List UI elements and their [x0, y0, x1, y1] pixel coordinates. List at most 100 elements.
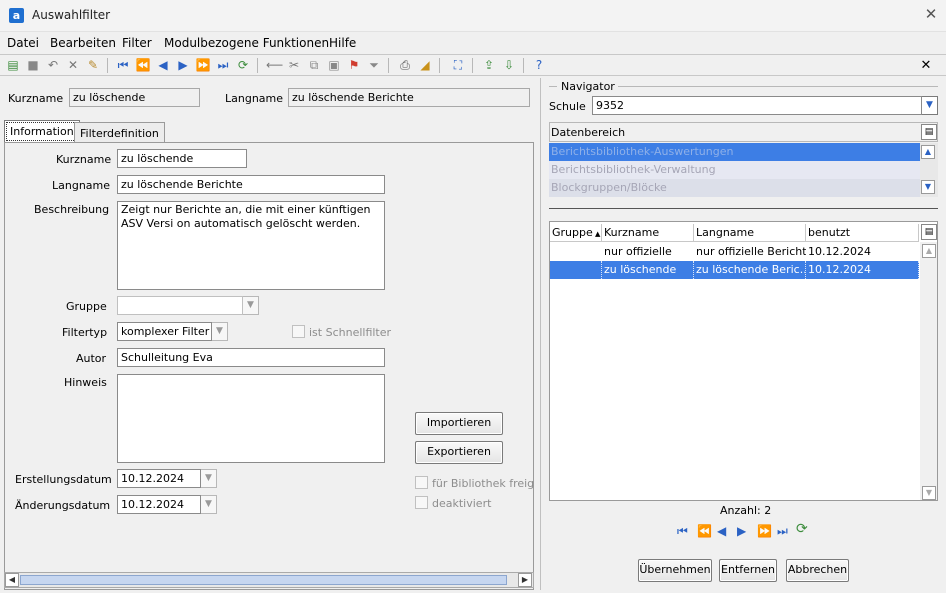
- kurzname-header-field[interactable]: zu löschende: [69, 88, 200, 107]
- first-icon[interactable]: ⏮: [115, 58, 131, 73]
- column-header-benutzt[interactable]: benutzt: [806, 224, 919, 242]
- column-header-gruppe[interactable]: Gruppe ▲: [550, 224, 602, 242]
- select-icon[interactable]: ⛶: [450, 58, 466, 73]
- uebernehmen-button[interactable]: Übernehmen: [638, 559, 712, 582]
- last-icon[interactable]: ⏭: [215, 58, 231, 73]
- nav-previous-page-icon[interactable]: ⏪: [697, 525, 712, 537]
- toolbar-separator: [388, 58, 389, 73]
- navigator-group-line: [618, 86, 938, 87]
- previous-page-icon[interactable]: ⏪: [135, 58, 151, 73]
- grid-cell-langname[interactable]: zu löschende Beric...: [694, 261, 806, 279]
- column-header-kurzname[interactable]: Kurzname: [602, 224, 694, 242]
- menu-datei[interactable]: Datei: [7, 36, 39, 50]
- close-panel-icon[interactable]: ✕: [918, 58, 934, 73]
- upload-icon[interactable]: ⇪: [481, 58, 497, 73]
- grid-cell-gruppe[interactable]: [550, 261, 602, 279]
- importieren-button[interactable]: Importieren: [415, 412, 503, 435]
- nav-refresh-icon[interactable]: ⟳: [796, 522, 808, 536]
- flag-icon[interactable]: ⚑: [346, 58, 362, 73]
- nav-previous-icon[interactable]: ◀: [717, 525, 726, 537]
- menu-filter[interactable]: Filter: [122, 36, 152, 50]
- print-icon[interactable]: ⎙: [397, 58, 413, 73]
- scrollbar-thumb[interactable]: [20, 575, 507, 585]
- aenderungsdatum-dropdown-icon[interactable]: ▼: [201, 495, 217, 514]
- next-page-icon[interactable]: ⏩: [195, 58, 211, 73]
- sort-asc-icon: ▲: [592, 230, 601, 238]
- gruppe-select[interactable]: [117, 296, 243, 315]
- nav-first-icon[interactable]: ⏮: [677, 525, 688, 537]
- nav-next-icon[interactable]: ▶: [737, 525, 746, 537]
- grid-scroll-down-icon[interactable]: ▼: [922, 486, 936, 500]
- kurzname-field[interactable]: zu löschende: [117, 149, 247, 168]
- abbrechen-button[interactable]: Abbrechen: [786, 559, 849, 582]
- schule-select[interactable]: 9352: [592, 96, 922, 115]
- exportieren-button[interactable]: Exportieren: [415, 441, 503, 464]
- datenbereich-item[interactable]: Blockgruppen/Blöcke: [549, 179, 920, 197]
- menu-hilfe[interactable]: Hilfe: [329, 36, 356, 50]
- langname-header-field[interactable]: zu löschende Berichte: [288, 88, 530, 107]
- filtertyp-dropdown-icon[interactable]: ▼: [212, 322, 228, 341]
- datenbereich-item[interactable]: Berichtsbibliothek-Verwaltung: [549, 161, 920, 179]
- grid-scroll-up-icon[interactable]: ▲: [922, 244, 936, 258]
- datenbereich-scroll-up-icon[interactable]: ▲: [921, 145, 935, 159]
- gruppe-dropdown-icon[interactable]: ▼: [243, 296, 259, 315]
- datenbereich-item[interactable]: Berichtsbibliothek-Auswertungen: [549, 143, 920, 161]
- save-icon[interactable]: ■: [25, 58, 41, 73]
- erstellungsdatum-dropdown-icon[interactable]: ▼: [201, 469, 217, 488]
- help-icon[interactable]: ?: [531, 58, 547, 73]
- cut-icon[interactable]: ✂: [286, 58, 302, 73]
- menu-bearbeiten[interactable]: Bearbeiten: [50, 36, 116, 50]
- autor-field[interactable]: Schulleitung Eva: [117, 348, 385, 367]
- deaktiviert-checkbox[interactable]: [415, 496, 428, 509]
- delete-icon[interactable]: ✕: [65, 58, 81, 73]
- grid-scrollbar[interactable]: [920, 242, 937, 500]
- datenbereich-menu-icon[interactable]: ▤: [921, 124, 937, 140]
- grid-cell-langname[interactable]: nur offizielle Berichte: [694, 243, 806, 261]
- beschreibung-field[interactable]: Zeigt nur Berichte an, die mit einer kün…: [117, 201, 385, 290]
- scroll-left-icon[interactable]: ◀: [5, 573, 19, 587]
- grid-cell-benutzt[interactable]: 10.12.2024: [806, 261, 919, 279]
- langname-field[interactable]: zu löschende Berichte: [117, 175, 385, 194]
- entfernen-button[interactable]: Entfernen: [719, 559, 777, 582]
- erstellungsdatum-field[interactable]: 10.12.2024: [117, 469, 201, 488]
- grid-menu-icon[interactable]: ▤: [921, 224, 937, 240]
- new-icon[interactable]: ▤: [5, 58, 21, 73]
- grid-cell-gruppe[interactable]: [550, 243, 602, 261]
- grid-cell-kurzname[interactable]: nur offizielle: [602, 243, 694, 261]
- autor-label: Autor: [76, 352, 107, 365]
- filter-icon[interactable]: ⏷: [366, 58, 382, 73]
- filtertyp-select[interactable]: komplexer Filter: [117, 322, 212, 341]
- edit-icon[interactable]: ✎: [85, 58, 101, 73]
- schnellfilter-checkbox[interactable]: [292, 325, 305, 338]
- grid-cell-kurzname[interactable]: zu löschende: [602, 261, 694, 279]
- window-close-button[interactable]: ✕: [922, 5, 940, 25]
- column-header-langname[interactable]: Langname: [694, 224, 806, 242]
- copy-icon[interactable]: ⧉: [306, 58, 322, 73]
- back-icon[interactable]: ⟵: [266, 58, 283, 73]
- toolbar-separator: [107, 58, 108, 73]
- datenbereich-header: Datenbereich: [549, 122, 938, 142]
- title-bar: [0, 0, 946, 32]
- tab-filterdefinition[interactable]: Filterdefinition: [74, 122, 165, 144]
- schule-dropdown-icon[interactable]: ▼: [922, 96, 938, 115]
- menu-modulbezogene-funktionen[interactable]: Modulbezogene Funktionen: [164, 36, 329, 50]
- grid-cell-benutzt[interactable]: 10.12.2024: [806, 243, 919, 261]
- refresh-icon[interactable]: ⟳: [235, 58, 251, 73]
- nav-last-icon[interactable]: ⏭: [777, 525, 788, 537]
- hinweis-field[interactable]: [117, 374, 385, 463]
- schnellfilter-label: ist Schnellfilter: [309, 326, 392, 339]
- undo-icon[interactable]: ↶: [45, 58, 61, 73]
- bibliothek-checkbox[interactable]: [415, 476, 428, 489]
- splitter[interactable]: [540, 78, 541, 590]
- navigator-group-line: [549, 86, 557, 87]
- tab-information[interactable]: Information: [4, 120, 80, 143]
- download-icon[interactable]: ⇩: [501, 58, 517, 73]
- previous-icon[interactable]: ◀: [155, 58, 171, 73]
- scroll-right-icon[interactable]: ▶: [518, 573, 532, 587]
- next-icon[interactable]: ▶: [175, 58, 191, 73]
- clear-icon[interactable]: ◢: [417, 58, 433, 73]
- nav-next-page-icon[interactable]: ⏩: [757, 525, 772, 537]
- aenderungsdatum-field[interactable]: 10.12.2024: [117, 495, 201, 514]
- datenbereich-scroll-down-icon[interactable]: ▼: [921, 180, 935, 194]
- paste-icon[interactable]: ▣: [326, 58, 342, 73]
